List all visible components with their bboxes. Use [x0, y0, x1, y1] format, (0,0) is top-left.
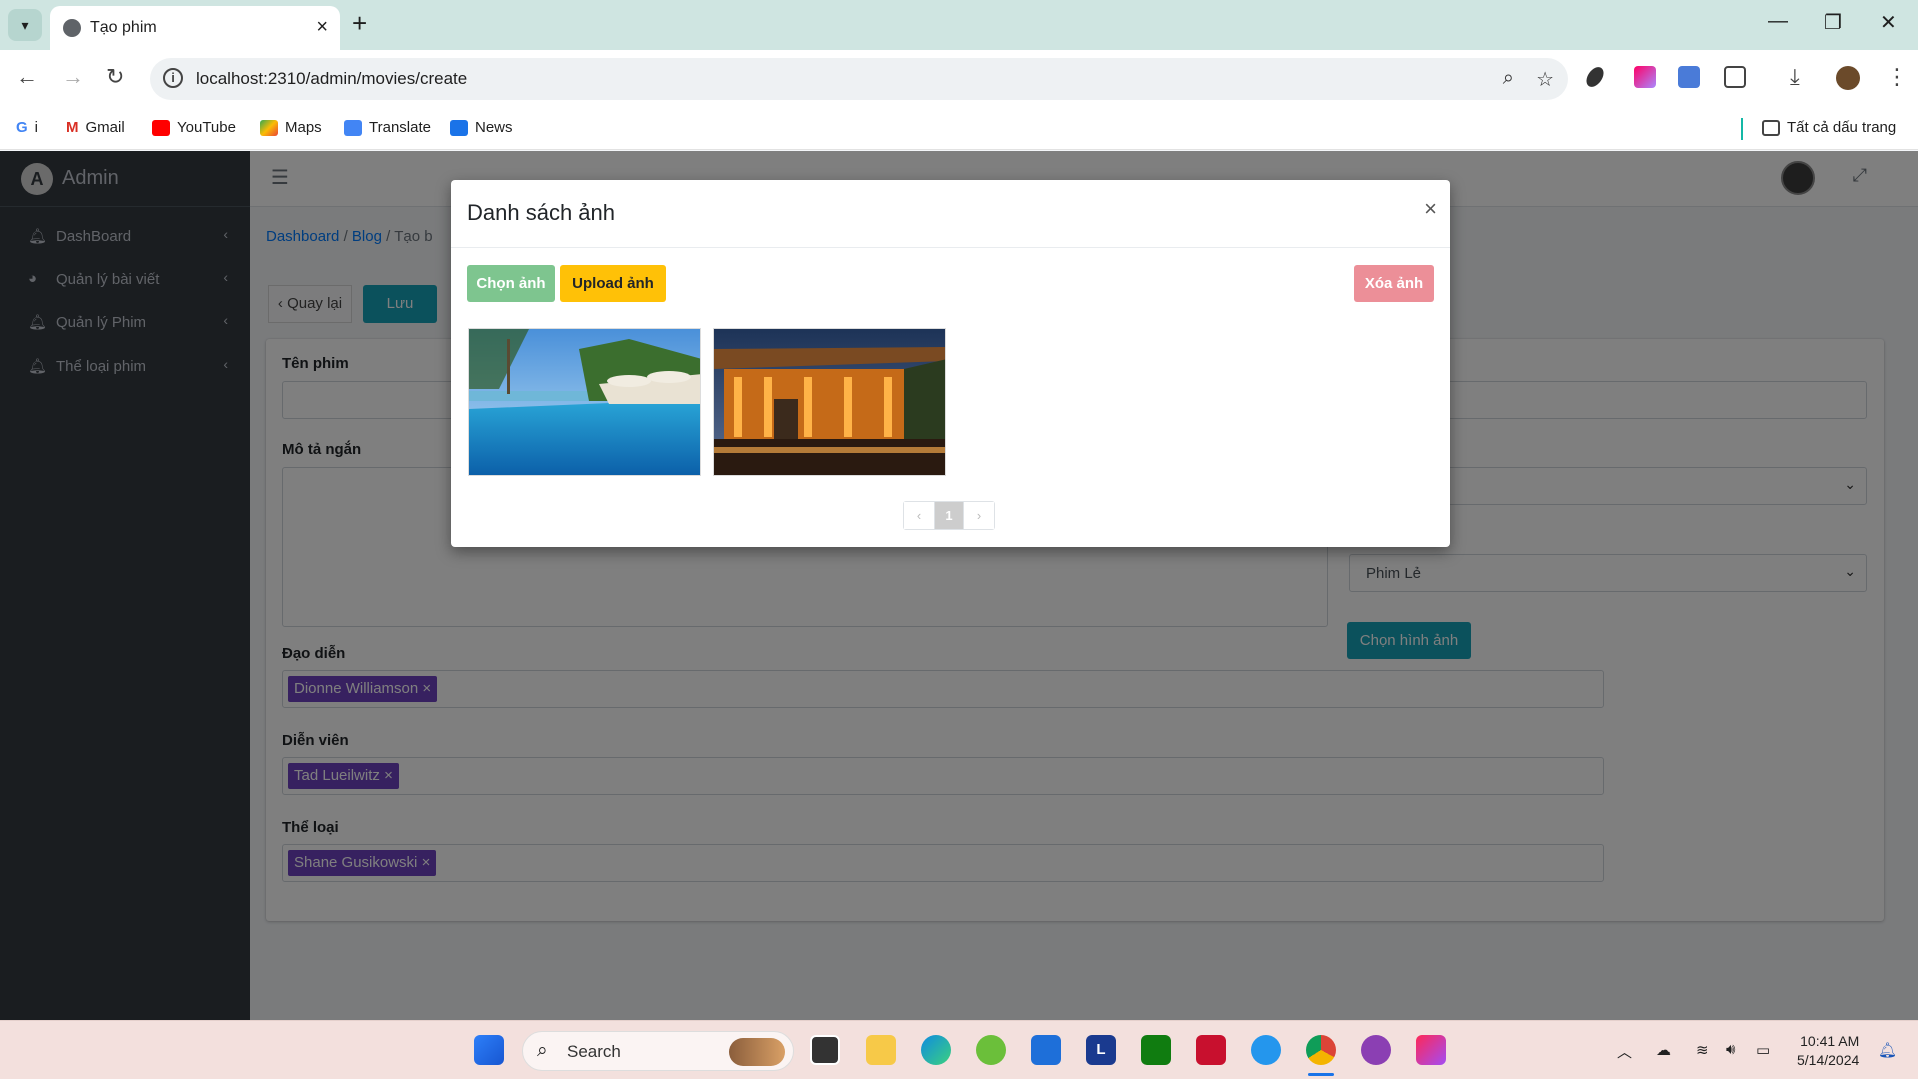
- windows-taskbar: ⌕ Search L ︿ ☁ ≋ 🔊︎ ▭ 10:41 AM 5/14/2024…: [0, 1020, 1918, 1079]
- pagination-page-1[interactable]: 1: [934, 502, 964, 529]
- close-window-icon[interactable]: ✕: [1880, 10, 1897, 35]
- browser-tab[interactable]: Tạo phim ×: [50, 6, 340, 50]
- tab-title: Tạo phim: [90, 19, 157, 36]
- eyedropper-extension-icon[interactable]: [1582, 63, 1608, 91]
- pagination-next[interactable]: ›: [964, 502, 994, 529]
- new-tab-button[interactable]: +: [352, 8, 367, 39]
- bookmark-maps[interactable]: Maps: [260, 119, 322, 136]
- browser-toolbar: ← → ↻ i localhost:2310/admin/movies/crea…: [0, 50, 1918, 108]
- app-l-icon[interactable]: L: [1086, 1035, 1116, 1065]
- zoom-icon[interactable]: ⌕: [1503, 67, 1514, 90]
- bookmark-translate[interactable]: Translate: [344, 119, 431, 136]
- modal-header: Danh sách ảnh ×: [451, 180, 1450, 248]
- url-text[interactable]: localhost:2310/admin/movies/create: [196, 69, 467, 89]
- system-clock[interactable]: 10:41 AM 5/14/2024: [1797, 1032, 1859, 1070]
- profile-avatar-icon[interactable]: [1836, 66, 1860, 90]
- folder-icon: [1762, 119, 1780, 136]
- news-icon: [450, 119, 468, 136]
- battery-icon[interactable]: ▭: [1756, 1041, 1770, 1059]
- choose-image-button[interactable]: Chọn ảnh: [467, 265, 555, 302]
- clock-date: 5/14/2024: [1797, 1052, 1860, 1068]
- forward-arrow-icon[interactable]: →: [62, 64, 84, 90]
- tab-search-button[interactable]: ▾: [8, 9, 42, 41]
- bookmark-star-icon[interactable]: ☆: [1536, 67, 1554, 92]
- pagination: ‹ 1 ›: [903, 501, 995, 530]
- translate-extension-icon[interactable]: [1678, 66, 1700, 88]
- maps-icon: [260, 119, 278, 136]
- google-icon: G: [16, 119, 28, 136]
- github-desktop-icon[interactable]: [1361, 1035, 1391, 1065]
- close-icon[interactable]: ×: [1424, 196, 1437, 222]
- app-green-icon[interactable]: [976, 1035, 1006, 1065]
- bookmarks-bar: G i M Gmail YouTube Maps Translate News …: [0, 108, 1918, 150]
- extensions-puzzle-icon[interactable]: [1724, 66, 1746, 88]
- download-icon[interactable]: ⤓: [1790, 64, 1800, 90]
- site-info-icon[interactable]: i: [163, 68, 183, 88]
- address-bar[interactable]: i localhost:2310/admin/movies/create ⌕ ☆: [150, 58, 1568, 100]
- upload-image-button[interactable]: Upload ảnh: [560, 265, 666, 302]
- file-explorer-icon[interactable]: [866, 1035, 896, 1065]
- mcafee-icon[interactable]: [1196, 1035, 1226, 1065]
- docker-icon[interactable]: [1251, 1035, 1281, 1065]
- start-menu-icon[interactable]: [474, 1035, 504, 1065]
- clock-time: 10:41 AM: [1800, 1033, 1860, 1049]
- microsoft-store-icon[interactable]: [1031, 1035, 1061, 1065]
- youtube-icon: [152, 119, 170, 136]
- close-tab-icon[interactable]: ×: [316, 16, 328, 39]
- translate-icon: [344, 119, 362, 136]
- bookmark-youtube[interactable]: YouTube: [152, 119, 236, 136]
- active-app-indicator: [1308, 1073, 1334, 1076]
- restore-icon[interactable]: ❐: [1824, 10, 1842, 35]
- pagination-prev[interactable]: ‹: [904, 502, 934, 529]
- edge-icon[interactable]: [921, 1035, 951, 1065]
- bookmark-news[interactable]: News: [450, 119, 513, 136]
- image-thumbnail-pool[interactable]: [468, 328, 701, 476]
- search-highlight-icon: [729, 1038, 785, 1066]
- intellij-icon[interactable]: [1416, 1035, 1446, 1065]
- reload-icon[interactable]: ↻: [106, 64, 124, 90]
- browser-tab-strip: ▾ Tạo phim × + — ❐ ✕: [0, 0, 1918, 50]
- task-view-icon[interactable]: [810, 1035, 840, 1065]
- notification-bell-icon[interactable]: 🔔︎: [1878, 1041, 1897, 1059]
- delete-image-button[interactable]: Xóa ảnh: [1354, 265, 1434, 302]
- image-list-modal: Danh sách ảnh × Chọn ảnh Upload ảnh Xóa …: [451, 180, 1450, 547]
- onedrive-icon[interactable]: ☁: [1656, 1041, 1671, 1059]
- all-bookmarks-button[interactable]: Tất cả dấu trang: [1762, 119, 1896, 136]
- chrome-icon[interactable]: [1306, 1035, 1336, 1065]
- show-hidden-icons[interactable]: ︿: [1617, 1041, 1632, 1062]
- wifi-icon[interactable]: ≋: [1696, 1041, 1709, 1059]
- xbox-icon[interactable]: [1141, 1035, 1171, 1065]
- color-extension-icon[interactable]: [1634, 66, 1656, 88]
- globe-icon: [63, 19, 81, 37]
- taskbar-search[interactable]: ⌕ Search: [522, 1031, 794, 1071]
- bookmark-google[interactable]: G i: [16, 119, 38, 136]
- back-arrow-icon[interactable]: ←: [16, 64, 38, 90]
- volume-icon[interactable]: 🔊︎: [1726, 1041, 1735, 1058]
- modal-title: Danh sách ảnh: [467, 200, 615, 225]
- image-thumbnail-resort[interactable]: [713, 328, 946, 476]
- search-icon: ⌕: [537, 1040, 548, 1061]
- chrome-menu-icon[interactable]: ⋮: [1886, 64, 1908, 90]
- bookmark-gmail[interactable]: M Gmail: [66, 119, 125, 136]
- gmail-icon: M: [66, 119, 79, 136]
- minimize-icon[interactable]: —: [1768, 10, 1788, 33]
- bookmarks-divider: [1741, 118, 1743, 140]
